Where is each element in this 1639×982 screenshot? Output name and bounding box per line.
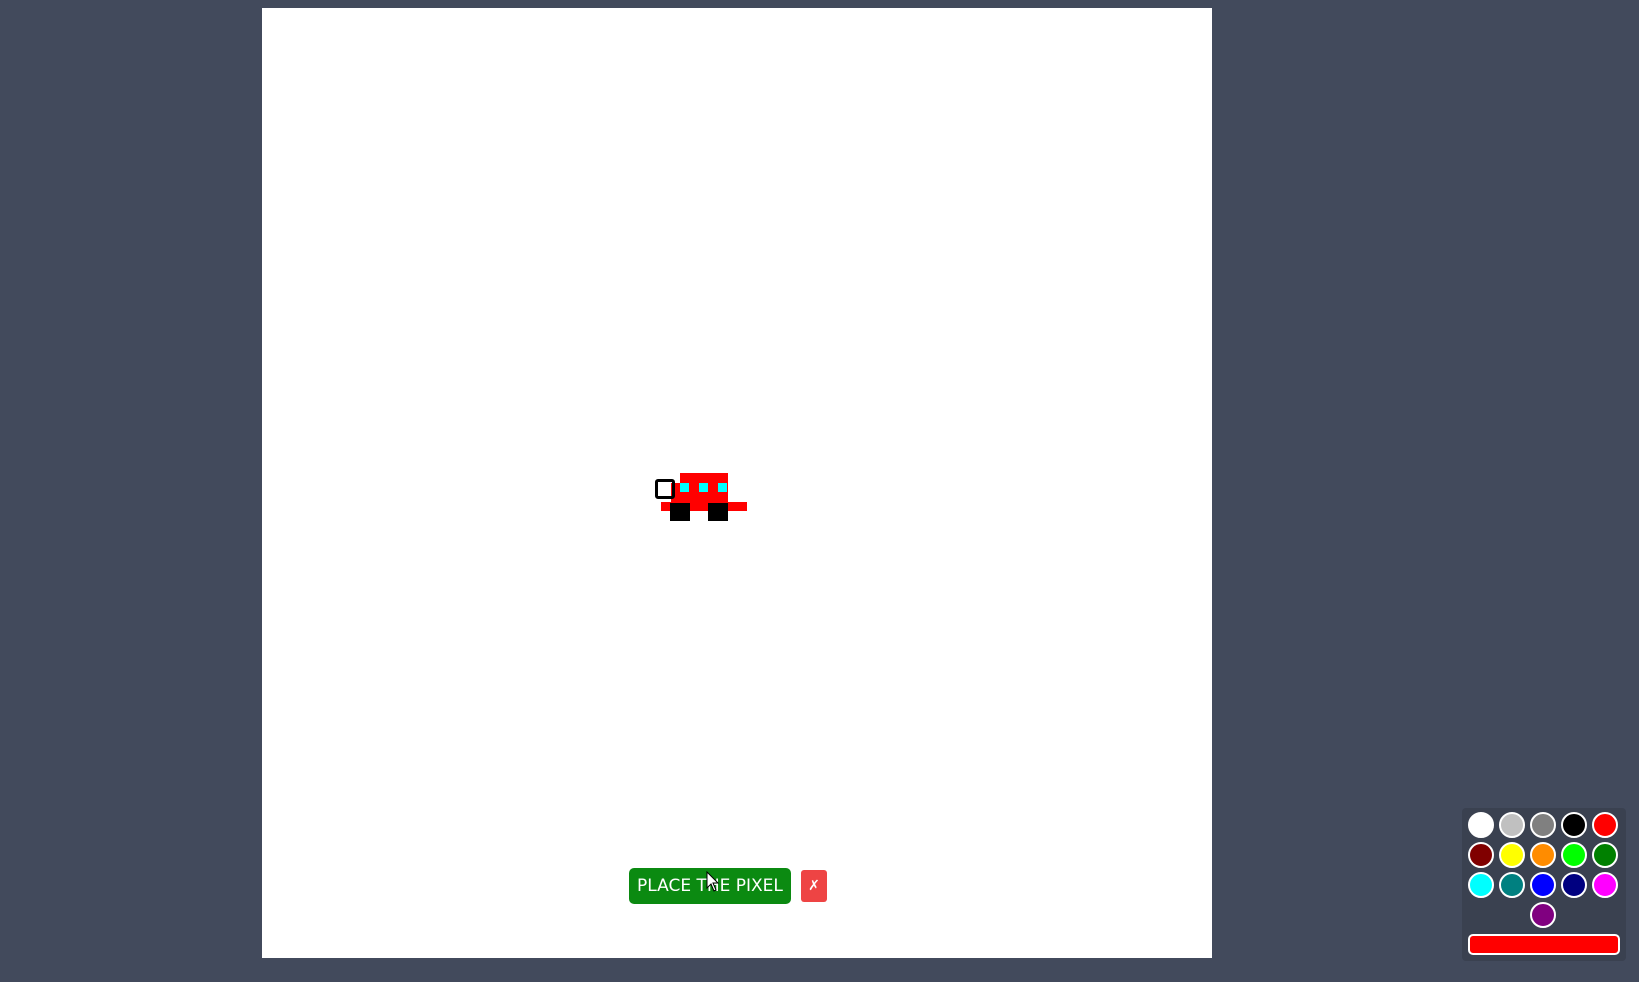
color-swatch[interactable] xyxy=(1592,812,1618,838)
color-swatch[interactable] xyxy=(1468,812,1494,838)
mouse-pointer-icon xyxy=(706,871,720,892)
bus-window-2 xyxy=(699,483,708,492)
color-swatch[interactable] xyxy=(1468,872,1494,898)
bus-wheel-rear xyxy=(708,503,728,521)
color-swatch[interactable] xyxy=(1468,842,1494,868)
color-swatch[interactable] xyxy=(1561,842,1587,868)
bus-window-3 xyxy=(718,483,727,492)
color-swatch[interactable] xyxy=(1592,842,1618,868)
color-swatch[interactable] xyxy=(1530,812,1556,838)
color-swatch[interactable] xyxy=(1592,872,1618,898)
color-swatch[interactable] xyxy=(1499,842,1525,868)
pixel-selector[interactable] xyxy=(655,479,675,499)
color-swatch[interactable] xyxy=(1530,902,1556,928)
pixel-canvas[interactable]: PLACE THE PIXEL ✗ xyxy=(262,8,1212,958)
color-swatch[interactable] xyxy=(1561,812,1587,838)
bus-window-1 xyxy=(680,483,689,492)
cancel-button[interactable]: ✗ xyxy=(801,870,827,902)
color-swatch[interactable] xyxy=(1499,812,1525,838)
bus-roof xyxy=(680,473,728,483)
color-swatch[interactable] xyxy=(1530,872,1556,898)
color-swatch[interactable] xyxy=(1530,842,1556,868)
selected-color-bar xyxy=(1468,934,1620,955)
color-swatch[interactable] xyxy=(1561,872,1587,898)
color-palette xyxy=(1462,808,1626,961)
bus-wheel-front xyxy=(670,503,690,521)
color-swatch[interactable] xyxy=(1499,872,1525,898)
